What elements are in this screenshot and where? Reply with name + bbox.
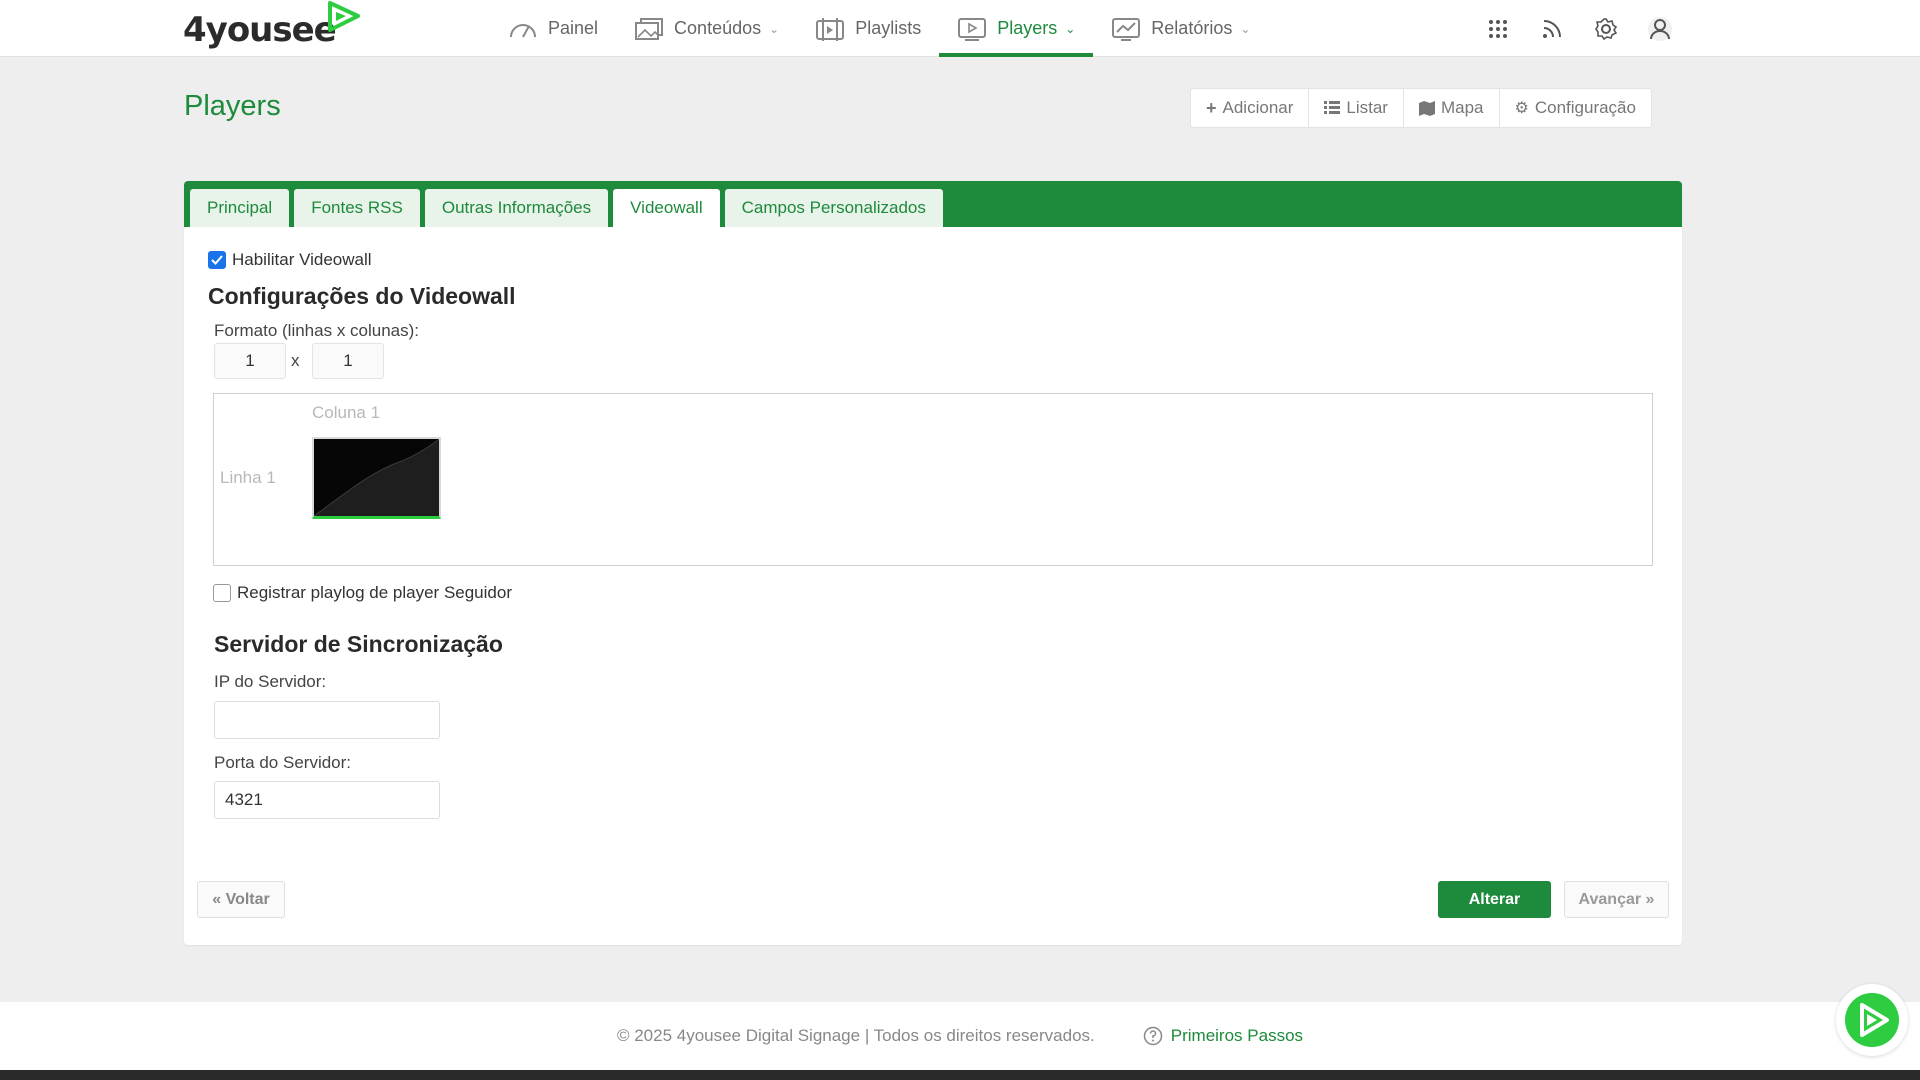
server-port-input[interactable]: 4321 (214, 781, 440, 819)
logo-play-icon (328, 1, 360, 32)
tab-campos-personalizados[interactable]: Campos Personalizados (724, 189, 943, 227)
map-button[interactable]: Mapa (1404, 89, 1500, 127)
chart-icon (1112, 17, 1141, 41)
server-port-label: Porta do Servidor: (214, 753, 352, 772)
list-players-button[interactable]: Listar (1309, 89, 1404, 127)
page-title: Players (184, 90, 281, 122)
list-icon (1324, 101, 1341, 114)
check-icon (211, 255, 223, 265)
top-navbar: 4yousee Painel Conteúdos ⌄ Playlists Pla… (0, 0, 1920, 57)
copyright-text: © 2025 4yousee Digital Signage | Todos o… (616, 1026, 1095, 1045)
map-icon (1418, 100, 1435, 116)
format-separator: x (291, 351, 300, 370)
plus-icon: + (1206, 97, 1217, 118)
apps-grid-icon[interactable] (1486, 17, 1510, 41)
player-edit-card: Principal Fontes RSS Outras Informações … (184, 181, 1682, 945)
bottom-strip (0, 1070, 1920, 1080)
tab-videowall[interactable]: Videowall (613, 189, 720, 227)
tabs: Principal Fontes RSS Outras Informações … (190, 189, 943, 227)
screen-tile[interactable] (312, 437, 441, 519)
page-actions: + Adicionar Listar Mapa ⚙ Configuração (1190, 88, 1652, 128)
playlog-row: Registrar playlog de player Seguidor (213, 583, 512, 603)
map-label: Mapa (1440, 98, 1484, 117)
videowall-grid: Coluna 1 Linha 1 (213, 393, 1653, 566)
gear-icon[interactable] (1594, 17, 1618, 41)
nav-relatorios-label: Relatórios (1151, 18, 1233, 38)
floating-assistant-button[interactable] (1836, 984, 1908, 1056)
column-label: Coluna 1 (312, 403, 381, 422)
player-icon (958, 17, 987, 41)
chevron-down-icon: ⌄ (1240, 21, 1251, 36)
nav-painel[interactable]: Painel (490, 0, 616, 57)
add-player-label: Adicionar (1222, 98, 1294, 117)
row-label: Linha 1 (220, 468, 276, 487)
nav-utility-icons (1486, 0, 1672, 57)
getting-started-link[interactable]: Primeiros Passos (1143, 1026, 1303, 1046)
screen-preview-image (314, 439, 439, 516)
gauge-icon (510, 23, 536, 37)
tab-principal[interactable]: Principal (190, 189, 290, 227)
server-ip-label: IP do Servidor: (214, 672, 327, 691)
getting-started-label: Primeiros Passos (1170, 1026, 1304, 1045)
nav-conteudos[interactable]: Conteúdos ⌄ (616, 0, 797, 57)
enable-videowall-label: Habilitar Videowall (232, 250, 372, 269)
cog-icon: ⚙ (1514, 100, 1529, 117)
main-nav: Painel Conteúdos ⌄ Playlists Players ⌄ R… (490, 0, 1268, 57)
chevron-down-icon: ⌄ (769, 21, 780, 36)
brand-name: 4yousee (183, 10, 337, 50)
footer: © 2025 4yousee Digital Signage | Todos o… (0, 1002, 1920, 1070)
enable-videowall-checkbox[interactable] (208, 251, 226, 269)
nav-players-label: Players (997, 18, 1058, 38)
user-icon[interactable] (1648, 16, 1672, 41)
configuration-button[interactable]: ⚙ Configuração (1500, 89, 1651, 127)
rows-input[interactable]: 1 (214, 343, 286, 379)
rss-icon[interactable] (1540, 17, 1564, 41)
tab-fontes-rss[interactable]: Fontes RSS (294, 189, 420, 227)
cols-input[interactable]: 1 (312, 343, 384, 379)
save-button[interactable]: Alterar (1438, 881, 1551, 918)
add-player-button[interactable]: + Adicionar (1191, 89, 1310, 127)
play-logo-icon (1845, 993, 1899, 1047)
nav-relatorios[interactable]: Relatórios ⌄ (1093, 0, 1268, 57)
nav-painel-label: Painel (548, 18, 599, 38)
next-button[interactable]: Avançar » (1564, 881, 1669, 918)
nav-conteudos-label: Conteúdos (674, 18, 762, 38)
playlog-label: Registrar playlog de player Seguidor (237, 583, 512, 602)
nav-playlists-label: Playlists (855, 18, 922, 38)
list-players-label: Listar (1346, 98, 1388, 117)
help-circle-icon (1143, 1026, 1163, 1046)
tab-outras-informacoes[interactable]: Outras Informações (424, 189, 609, 227)
nav-players[interactable]: Players ⌄ (939, 0, 1094, 57)
images-icon (635, 17, 664, 40)
back-button[interactable]: « Voltar (197, 881, 285, 918)
chevron-down-icon: ⌄ (1065, 21, 1076, 36)
playlist-icon (816, 17, 845, 41)
server-ip-input[interactable] (214, 701, 440, 739)
brand-logo[interactable]: 4yousee (183, 1, 360, 50)
nav-playlists[interactable]: Playlists (797, 0, 939, 57)
playlog-checkbox[interactable] (213, 584, 231, 602)
tab-bar: Principal Fontes RSS Outras Informações … (184, 181, 1682, 227)
videowall-settings-heading: Configurações do Videowall (208, 283, 516, 309)
enable-videowall-row: Habilitar Videowall (208, 250, 372, 270)
configuration-label: Configuração (1534, 98, 1636, 117)
sync-server-heading: Servidor de Sincronização (214, 631, 503, 657)
format-label: Formato (linhas x colunas): (214, 321, 420, 340)
